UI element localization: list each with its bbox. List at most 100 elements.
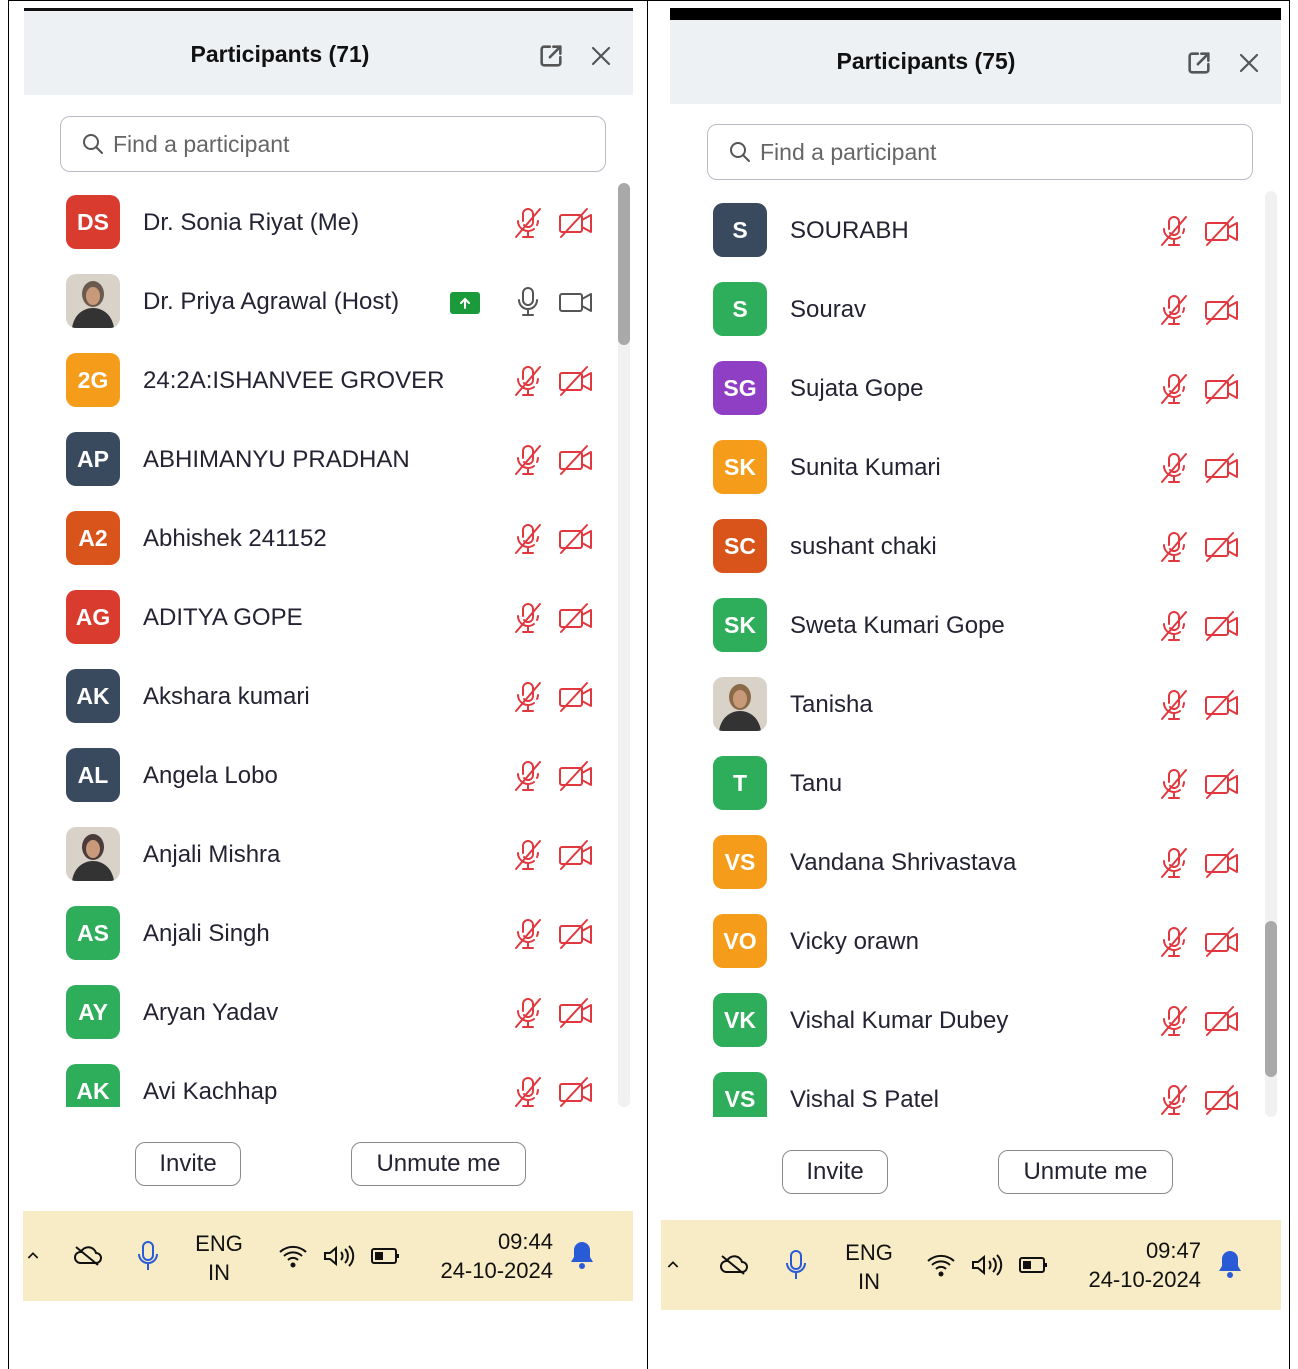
mic-on-icon[interactable]: [510, 284, 546, 320]
close-icon[interactable]: [1234, 48, 1264, 78]
mic-muted-icon[interactable]: [1156, 766, 1192, 802]
participant-row[interactable]: SC sushant chaki: [707, 507, 1257, 586]
video-off-icon[interactable]: [1203, 371, 1239, 407]
participant-row[interactable]: VO Vicky orawn: [707, 902, 1257, 981]
unmute-me-button[interactable]: Unmute me: [998, 1150, 1173, 1194]
mic-muted-icon[interactable]: [510, 363, 546, 399]
mic-muted-icon[interactable]: [510, 600, 546, 636]
video-off-icon[interactable]: [1203, 766, 1239, 802]
video-off-icon[interactable]: [557, 995, 593, 1031]
participant-row[interactable]: VS Vandana Shrivastava: [707, 823, 1257, 902]
mic-muted-icon[interactable]: [510, 837, 546, 873]
participant-row[interactable]: AS Anjali Singh: [60, 894, 610, 973]
mic-muted-icon[interactable]: [510, 521, 546, 557]
mic-muted-icon[interactable]: [1156, 371, 1192, 407]
onedrive-offline-icon[interactable]: [717, 1250, 751, 1280]
search-participant-box[interactable]: [60, 116, 606, 172]
participant-row[interactable]: S SOURABH: [707, 191, 1257, 270]
mic-muted-icon[interactable]: [1156, 924, 1192, 960]
participant-row[interactable]: S Sourav: [707, 270, 1257, 349]
clock[interactable]: 09:44 24-10-2024: [429, 1227, 553, 1285]
language-indicator[interactable]: ENG IN: [839, 1238, 899, 1296]
mic-muted-icon[interactable]: [1156, 450, 1192, 486]
invite-button[interactable]: Invite: [135, 1142, 241, 1186]
participant-row[interactable]: T Tanu: [707, 744, 1257, 823]
clock[interactable]: 09:47 24-10-2024: [1077, 1236, 1201, 1294]
participant-row[interactable]: SK Sweta Kumari Gope: [707, 586, 1257, 665]
volume-icon[interactable]: [321, 1241, 357, 1271]
video-off-icon[interactable]: [1203, 687, 1239, 723]
participant-row[interactable]: AL Angela Lobo: [60, 736, 610, 815]
participant-row[interactable]: DS Dr. Sonia Riyat (Me): [60, 183, 610, 262]
participant-row[interactable]: AY Aryan Yadav: [60, 973, 610, 1052]
chevron-up-icon[interactable]: [23, 1241, 43, 1271]
participant-row[interactable]: AK Akshara kumari: [60, 657, 610, 736]
close-icon[interactable]: [586, 41, 616, 71]
participant-row[interactable]: AK Avi Kachhap: [60, 1052, 610, 1107]
mic-muted-icon[interactable]: [1156, 687, 1192, 723]
microphone-icon[interactable]: [783, 1248, 809, 1282]
mic-muted-icon[interactable]: [1156, 529, 1192, 565]
participant-row[interactable]: Dr. Priya Agrawal (Host): [60, 262, 610, 341]
video-off-icon[interactable]: [1203, 845, 1239, 881]
pop-out-icon[interactable]: [1184, 48, 1214, 78]
video-off-icon[interactable]: [557, 442, 593, 478]
pop-out-icon[interactable]: [536, 41, 566, 71]
mic-muted-icon[interactable]: [1156, 213, 1192, 249]
wifi-icon[interactable]: [925, 1250, 957, 1280]
video-off-icon[interactable]: [1203, 924, 1239, 960]
search-input[interactable]: [111, 129, 555, 159]
video-off-icon[interactable]: [1203, 450, 1239, 486]
video-off-icon[interactable]: [557, 758, 593, 794]
mic-muted-icon[interactable]: [1156, 1082, 1192, 1117]
language-indicator[interactable]: ENG IN: [189, 1229, 249, 1287]
mic-muted-icon[interactable]: [510, 995, 546, 1031]
video-off-icon[interactable]: [1203, 292, 1239, 328]
participant-row[interactable]: 2G 24:2A:ISHANVEE GROVER: [60, 341, 610, 420]
search-participant-box[interactable]: [707, 124, 1253, 180]
battery-icon[interactable]: [368, 1243, 404, 1269]
video-off-icon[interactable]: [557, 205, 593, 241]
mic-muted-icon[interactable]: [510, 442, 546, 478]
participant-row[interactable]: SK Sunita Kumari: [707, 428, 1257, 507]
mic-muted-icon[interactable]: [510, 758, 546, 794]
participant-row[interactable]: A2 Abhishek 241152: [60, 499, 610, 578]
search-input[interactable]: [758, 137, 1202, 167]
participant-row[interactable]: AP ABHIMANYU PRADHAN: [60, 420, 610, 499]
notification-bell-icon[interactable]: [1215, 1248, 1245, 1280]
participant-row[interactable]: SG Sujata Gope: [707, 349, 1257, 428]
scrollbar[interactable]: [618, 183, 630, 1107]
chevron-up-icon[interactable]: [663, 1250, 683, 1280]
participant-row[interactable]: VK Vishal Kumar Dubey: [707, 981, 1257, 1060]
video-off-icon[interactable]: [557, 679, 593, 715]
scrollbar[interactable]: [1265, 191, 1277, 1117]
volume-icon[interactable]: [969, 1250, 1005, 1280]
video-off-icon[interactable]: [1203, 608, 1239, 644]
participant-row[interactable]: AG ADITYA GOPE: [60, 578, 610, 657]
video-on-icon[interactable]: [557, 284, 593, 320]
video-off-icon[interactable]: [557, 916, 593, 952]
participant-row[interactable]: Anjali Mishra: [60, 815, 610, 894]
participant-row[interactable]: Tanisha: [707, 665, 1257, 744]
video-off-icon[interactable]: [1203, 213, 1239, 249]
video-off-icon[interactable]: [557, 837, 593, 873]
unmute-me-button[interactable]: Unmute me: [351, 1142, 526, 1186]
mic-muted-icon[interactable]: [510, 1074, 546, 1107]
video-off-icon[interactable]: [1203, 1003, 1239, 1039]
scrollbar-thumb[interactable]: [1265, 921, 1277, 1077]
mic-muted-icon[interactable]: [510, 205, 546, 241]
invite-button[interactable]: Invite: [782, 1150, 888, 1194]
onedrive-offline-icon[interactable]: [71, 1241, 105, 1271]
mic-muted-icon[interactable]: [1156, 845, 1192, 881]
video-off-icon[interactable]: [1203, 1082, 1239, 1117]
mic-muted-icon[interactable]: [510, 679, 546, 715]
video-off-icon[interactable]: [557, 521, 593, 557]
video-off-icon[interactable]: [557, 1074, 593, 1107]
microphone-icon[interactable]: [135, 1239, 161, 1273]
mic-muted-icon[interactable]: [510, 916, 546, 952]
video-off-icon[interactable]: [1203, 529, 1239, 565]
participant-row[interactable]: VS Vishal S Patel: [707, 1060, 1257, 1117]
battery-icon[interactable]: [1016, 1252, 1052, 1278]
notification-bell-icon[interactable]: [567, 1239, 597, 1271]
mic-muted-icon[interactable]: [1156, 292, 1192, 328]
